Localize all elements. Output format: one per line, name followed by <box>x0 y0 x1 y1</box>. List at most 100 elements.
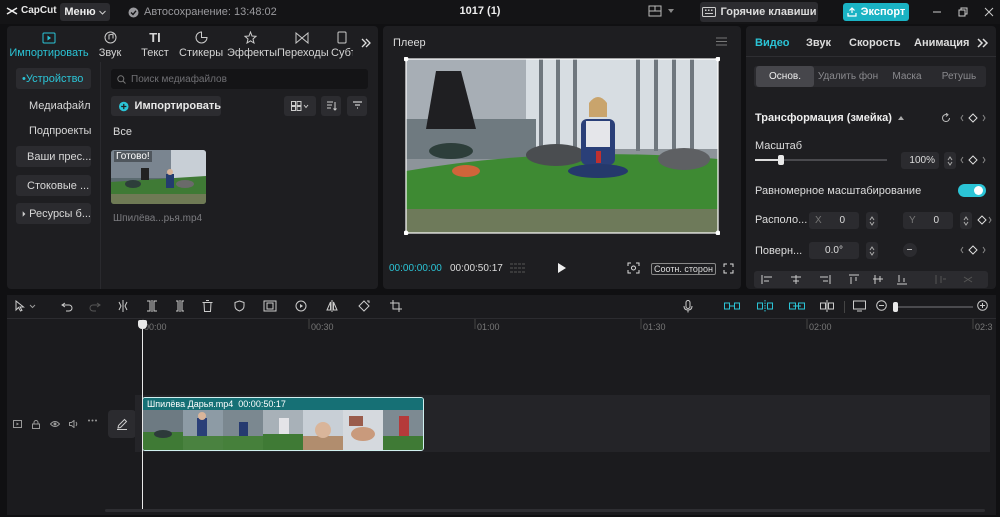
lock-track-button[interactable] <box>32 420 40 429</box>
uniform-scale-toggle[interactable] <box>958 184 986 197</box>
screen-sync-button[interactable] <box>853 300 866 312</box>
tab-effects[interactable]: Эффекты <box>227 30 277 59</box>
player-menu-button[interactable] <box>716 37 727 46</box>
subtab-basic[interactable]: Основ. <box>756 66 814 87</box>
hotkeys-button[interactable]: Горячие клавиши <box>700 2 818 22</box>
select-tool-button[interactable] <box>15 300 37 312</box>
link-tracks-button[interactable] <box>724 300 740 312</box>
freeze-frame-button[interactable] <box>263 300 277 312</box>
rotate-keyframe[interactable] <box>960 245 986 255</box>
export-button[interactable]: Экспорт <box>843 3 909 21</box>
auto-snap-button[interactable] <box>757 300 773 312</box>
video-clip[interactable]: Шпилёва Дарья.mp4 00:00:50:17 <box>142 397 424 451</box>
timecode-format-button[interactable] <box>510 262 526 274</box>
sidebar-item-device[interactable]: • Устройство <box>16 68 91 89</box>
fullscreen-crop-button[interactable] <box>627 262 640 274</box>
scale-stepper[interactable] <box>944 152 956 169</box>
tab-animation[interactable]: Анимация <box>914 37 969 49</box>
hide-track-button[interactable] <box>50 420 60 428</box>
view-mode-button[interactable] <box>284 96 316 116</box>
tab-import[interactable]: Импортировать <box>9 30 89 59</box>
maximize-button[interactable] <box>955 4 971 20</box>
tab-speed[interactable]: Скорость <box>849 37 901 49</box>
sidebar-item-media[interactable]: Медиафайлы <box>16 95 91 116</box>
scale-value-field[interactable]: 100% <box>901 152 939 169</box>
playhead[interactable] <box>138 320 147 510</box>
transform-frame[interactable] <box>404 57 720 235</box>
scale-slider[interactable] <box>755 155 887 165</box>
tab-text[interactable]: TI Текст <box>137 30 173 59</box>
toggle-knob <box>974 186 983 195</box>
zoom-out-button[interactable] <box>876 300 887 311</box>
keyframe-controls[interactable] <box>960 113 986 123</box>
tab-subtitles[interactable]: Субт <box>331 30 353 59</box>
filter-button[interactable] <box>347 96 367 116</box>
close-icon <box>984 7 994 17</box>
position-y-field[interactable]: Y 0 <box>903 212 953 229</box>
rotate-field[interactable]: 0.0° <box>809 242 859 259</box>
reset-button[interactable] <box>941 113 951 123</box>
timeline-ruler[interactable] <box>135 319 993 331</box>
scale-keyframe[interactable] <box>960 155 986 165</box>
tab-stickers[interactable]: Стикеры <box>179 30 223 59</box>
tab-audio[interactable]: Звук <box>95 30 125 59</box>
crop-button[interactable] <box>390 300 402 312</box>
redo-button[interactable] <box>89 300 101 312</box>
media-thumbnail[interactable]: Готово! <box>111 150 206 204</box>
subtab-mask[interactable]: Маска <box>882 66 932 87</box>
tab-audio-props[interactable]: Звук <box>806 37 831 49</box>
sort-button[interactable] <box>321 96 341 116</box>
cover-edit-button[interactable] <box>108 410 136 438</box>
playhead-handle[interactable] <box>138 320 147 329</box>
undo-button[interactable] <box>61 300 73 312</box>
close-button[interactable] <box>981 4 997 20</box>
menu-button[interactable]: Меню <box>60 3 110 21</box>
align-icons[interactable] <box>754 271 988 288</box>
tab-video[interactable]: Видео <box>755 37 790 49</box>
double-chevron-right-icon <box>361 38 371 48</box>
sidebar-item-presets[interactable]: Ваши прес... <box>16 146 91 167</box>
import-button[interactable]: Импортировать <box>111 96 221 116</box>
play-button[interactable] <box>557 262 567 274</box>
mirror-button[interactable] <box>326 300 338 312</box>
more-props-tabs-button[interactable] <box>977 38 989 48</box>
subtab-retouch[interactable]: Ретушь <box>934 66 984 87</box>
zoom-slider-handle[interactable] <box>893 302 898 312</box>
sidebar-item-stock[interactable]: Стоковые ... <box>16 175 91 196</box>
search-input[interactable]: Поиск медиафайлов <box>111 69 368 89</box>
tab-transitions[interactable]: Переходы <box>277 30 329 59</box>
position-y-stepper[interactable] <box>960 212 972 229</box>
position-x-stepper[interactable] <box>866 212 878 229</box>
position-keyframe[interactable] <box>974 215 992 225</box>
split-button[interactable] <box>118 300 128 312</box>
minimize-button[interactable] <box>929 4 945 20</box>
preview-axis-button[interactable] <box>820 300 834 312</box>
speed-button[interactable] <box>295 300 307 312</box>
more-tabs-button[interactable] <box>361 38 371 48</box>
link-button[interactable] <box>789 300 805 312</box>
aspect-ratio-button[interactable]: Соотн. сторон <box>651 263 716 275</box>
zoom-in-button[interactable] <box>977 300 988 311</box>
split-left-button[interactable] <box>146 300 158 312</box>
subtab-remove-bg[interactable]: Удалить фон <box>816 66 880 87</box>
sidebar-item-subprojects[interactable]: Подпроекты <box>16 120 91 141</box>
record-voice-button[interactable] <box>683 300 693 313</box>
layout-button[interactable] <box>648 5 674 17</box>
mask-button[interactable] <box>234 300 245 312</box>
track-more-button[interactable] <box>88 419 97 422</box>
fullscreen-button[interactable] <box>723 263 734 274</box>
rotate-button[interactable] <box>358 300 370 312</box>
delete-button[interactable] <box>202 300 213 312</box>
scale-slider-handle[interactable] <box>778 155 785 165</box>
split-right-button[interactable] <box>174 300 186 312</box>
mute-track-button[interactable] <box>69 420 79 428</box>
rotate-dial[interactable] <box>903 243 917 257</box>
props-subtabs: Основ. Удалить фон Маска Ретушь <box>754 66 986 87</box>
pencil-icon <box>117 418 128 430</box>
zoom-slider[interactable] <box>893 302 973 312</box>
filter-all-label[interactable]: Все <box>113 126 132 138</box>
position-x-field[interactable]: X 0 <box>809 212 859 229</box>
sidebar-item-resources[interactable]: Ресурсы б... <box>16 203 91 224</box>
rotate-stepper[interactable] <box>866 242 878 259</box>
timeline-scrollbar[interactable] <box>105 509 985 512</box>
